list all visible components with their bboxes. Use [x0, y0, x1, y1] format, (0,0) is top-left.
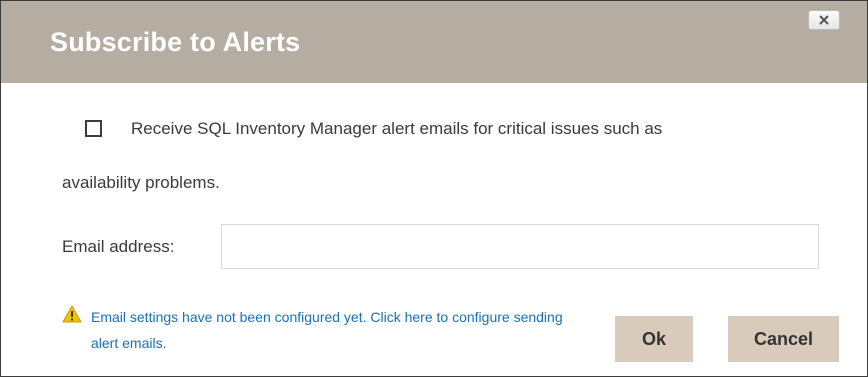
subscribe-alerts-dialog: Subscribe to Alerts Receive SQL Inventor… — [0, 0, 868, 377]
dialog-title: Subscribe to Alerts — [50, 27, 301, 57]
close-icon — [819, 15, 829, 25]
alert-email-checkbox[interactable] — [85, 120, 102, 137]
dialog-titlebar: Subscribe to Alerts — [1, 1, 867, 83]
warning-icon — [62, 305, 82, 323]
cancel-button[interactable]: Cancel — [728, 316, 839, 362]
ok-button[interactable]: Ok — [615, 316, 693, 362]
alert-description-line2: availability problems. — [62, 173, 220, 192]
close-button[interactable] — [808, 10, 840, 30]
email-settings-warning-link[interactable]: Email settings have not been configured … — [91, 304, 571, 356]
email-input[interactable] — [221, 224, 819, 269]
alert-description-line1: Receive SQL Inventory Manager alert emai… — [131, 119, 663, 138]
email-label: Email address: — [62, 237, 175, 256]
